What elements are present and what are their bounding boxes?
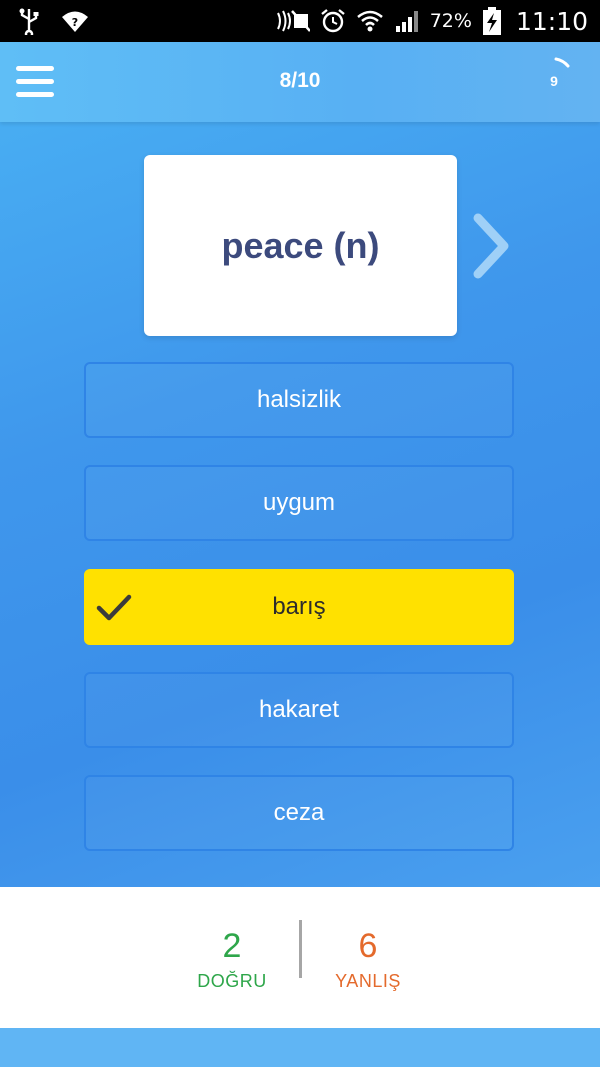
nfc-icon xyxy=(274,9,310,33)
score-divider xyxy=(299,920,302,978)
svg-text:?: ? xyxy=(72,16,78,29)
usb-icon xyxy=(18,7,40,35)
answer-label: uygum xyxy=(262,489,336,516)
clock: 11:10 xyxy=(515,6,588,36)
answer-option[interactable]: uygum xyxy=(84,465,514,541)
alarm-icon xyxy=(320,8,346,34)
answer-option[interactable]: hakaret xyxy=(84,672,514,748)
score-bar: 2 DOĞRU 6 YANLIŞ xyxy=(0,887,600,1028)
question-progress: 8/10 xyxy=(279,69,321,92)
bottom-strip xyxy=(0,1028,600,1067)
correct-score: 2 DOĞRU xyxy=(182,927,282,992)
quiz-area: 8/10 9 peace (n) halsizlik uygum barış h… xyxy=(0,42,600,887)
battery-charging-icon xyxy=(482,6,502,36)
top-bar: 8/10 9 xyxy=(0,42,600,122)
checkmark-icon xyxy=(96,594,132,621)
wifi-question-icon: ? xyxy=(60,9,90,33)
answer-option-selected[interactable]: barış xyxy=(84,569,514,645)
battery-percent: 72% xyxy=(429,10,472,32)
correct-label: DOĞRU xyxy=(197,971,267,991)
answer-label: halsizlik xyxy=(256,386,342,413)
wrong-score: 6 YANLIŞ xyxy=(318,927,418,992)
timer-seconds: 9 xyxy=(550,73,558,89)
answer-label: barış xyxy=(272,593,326,620)
question-word: peace (n) xyxy=(221,224,380,266)
answer-label: ceza xyxy=(273,799,325,826)
wrong-label: YANLIŞ xyxy=(335,971,401,991)
wifi-icon xyxy=(356,9,384,33)
wrong-count: 6 xyxy=(358,927,378,965)
signal-icon xyxy=(394,9,420,33)
answer-option[interactable]: ceza xyxy=(84,775,514,851)
chevron-right-icon xyxy=(473,213,509,279)
word-card: peace (n) xyxy=(144,155,457,336)
answer-option[interactable]: halsizlik xyxy=(84,362,514,438)
next-button[interactable] xyxy=(468,210,516,282)
timer: 9 xyxy=(528,54,580,106)
answer-label: hakaret xyxy=(258,696,340,723)
status-bar: ? 72% 11:10 xyxy=(0,0,600,42)
correct-count: 2 xyxy=(222,927,242,965)
